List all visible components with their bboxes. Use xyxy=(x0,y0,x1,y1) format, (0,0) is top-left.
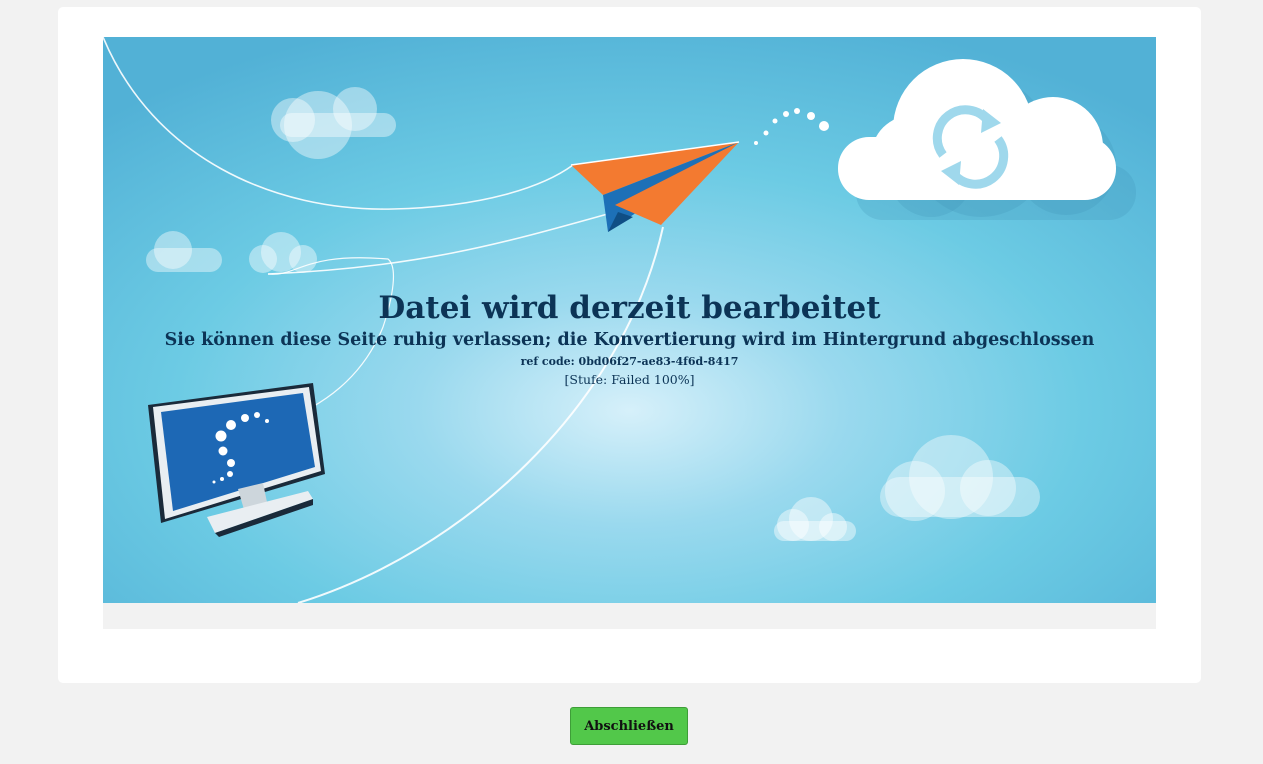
ref-code: ref code: 0bd06f27-ae83-4f6d-8417 xyxy=(520,355,739,368)
status-text: [Stufe: Failed 100%] xyxy=(564,372,695,387)
conversion-hero: Datei wird derzeit bearbeitet Sie können… xyxy=(103,37,1156,603)
page-title: Datei wird derzeit bearbeitet xyxy=(378,290,881,326)
page-subtitle: Sie können diese Seite ruhig verlassen; … xyxy=(164,330,1095,350)
finish-button[interactable]: Abschließen xyxy=(570,707,688,745)
progress-strip xyxy=(103,603,1156,629)
